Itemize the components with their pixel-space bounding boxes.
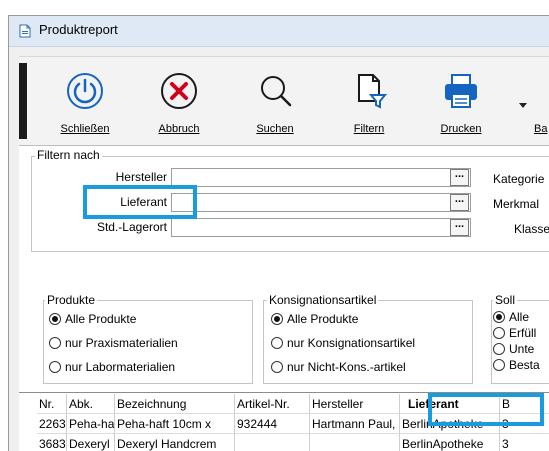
soll-option-alle[interactable]: Alle [493, 310, 529, 324]
klasse-label: Klasse [514, 222, 549, 236]
radio-selected-icon [271, 313, 283, 325]
produkte-legend: Produkte [45, 293, 98, 307]
konsignation-legend: Konsignationsartikel [267, 293, 379, 307]
filter-button-label: Filtern [353, 123, 385, 135]
kategorie-label: Kategorie [493, 172, 545, 186]
search-icon [261, 76, 292, 107]
column-header-artikel-nr[interactable]: Artikel-Nr. [235, 394, 310, 414]
radio-icon [49, 361, 61, 373]
column-header-abk[interactable]: Abk. [67, 394, 115, 414]
lieferant-column-highlight [428, 393, 544, 426]
lagerort-label: Std.-Lagerort [96, 220, 167, 234]
column-header-bezeichnung[interactable]: Bezeichnung [115, 394, 235, 414]
search-button[interactable]: Suchen [247, 57, 303, 143]
radio-icon [49, 337, 61, 349]
konsignation-option-alle[interactable]: Alle Produkte [271, 312, 358, 326]
results-table: Nr. Abk. Bezeichnung Artikel-Nr. Herstel… [19, 392, 549, 451]
soll-option-unter[interactable]: Unte [493, 342, 534, 356]
cell-nr: 3683 [37, 434, 67, 451]
konsignation-option-nur[interactable]: nur Konsignationsartikel [271, 336, 415, 350]
close-button-label: Schließen [60, 123, 110, 135]
produkte-option-alle[interactable]: Alle Produkte [49, 312, 136, 326]
radio-icon [493, 359, 505, 371]
cell-bezeichnung: Dexeryl Handcrem [115, 434, 235, 451]
radio-selected-icon [493, 311, 505, 323]
lagerort-browse-button[interactable]: ... [450, 219, 469, 236]
soll-option-erfuellt[interactable]: Erfüll [493, 326, 536, 340]
hersteller-input[interactable] [171, 168, 471, 187]
report-document-icon [19, 24, 31, 38]
cell-hersteller: Hartmann Paul, [310, 414, 400, 434]
filter-group-legend: Filtern nach [35, 148, 102, 162]
cancel-x-icon [161, 73, 197, 109]
radio-icon [493, 327, 505, 339]
produkte-option-praxis[interactable]: nur Praxismaterialien [49, 336, 178, 350]
column-header-nr[interactable]: Nr. [37, 394, 67, 414]
cell-abk: Dexeryl [67, 434, 115, 451]
more-toolbar-label: Ba [534, 123, 548, 135]
cell-artikel-nr [235, 434, 310, 451]
lieferant-input[interactable] [171, 193, 471, 212]
print-button[interactable]: Drucken [432, 57, 490, 143]
radio-icon [493, 343, 505, 355]
lieferant-highlight [83, 185, 197, 219]
print-button-label: Drucken [440, 123, 482, 135]
printer-icon [445, 74, 477, 108]
column-header-hersteller[interactable]: Hersteller [310, 394, 400, 414]
report-content: Filtern nach Hersteller ... Lieferant ..… [19, 146, 549, 451]
radio-icon [271, 361, 283, 373]
cancel-button[interactable]: Abbruch [151, 57, 207, 143]
cell-nr: 2263 [37, 414, 67, 434]
soll-option-bestand[interactable]: Besta [493, 358, 540, 372]
power-icon [67, 73, 103, 109]
filter-button[interactable]: Filtern [341, 57, 397, 143]
cell-b: 3 [500, 434, 549, 451]
konsignation-option-nicht[interactable]: nur Nicht-Kons.-artikel [271, 360, 406, 374]
lagerort-input[interactable] [171, 218, 471, 237]
toolbar-grip[interactable] [19, 63, 27, 139]
title-bar: Produktreport [9, 16, 549, 47]
cancel-button-label: Abbruch [158, 123, 200, 135]
toolbar: Schließen Abbruch Suchen Filtern Drucken… [19, 56, 549, 146]
lieferant-browse-button[interactable]: ... [450, 194, 469, 211]
search-button-label: Suchen [256, 123, 294, 135]
produktreport-window: Produktreport Schließen Abbruch Suchen F… [8, 15, 549, 451]
cell-artikel-nr: 932444 [235, 414, 310, 434]
cell-abk: Peha-ha [67, 414, 115, 434]
radio-icon [271, 337, 283, 349]
soll-legend: Soll [493, 293, 518, 307]
produkte-option-labor[interactable]: nur Labormaterialien [49, 360, 175, 374]
window-title: Produktreport [39, 22, 118, 37]
radio-selected-icon [49, 313, 61, 325]
document-filter-icon [358, 74, 388, 109]
close-button[interactable]: Schließen [57, 57, 113, 143]
more-toolbar-button[interactable]: Ba [534, 57, 549, 143]
cell-bezeichnung: Peha-haft 10cm x [115, 414, 235, 434]
cell-hersteller [310, 434, 400, 451]
print-dropdown-arrow-icon[interactable] [519, 103, 527, 108]
cell-lieferant: BerlinApotheke [400, 434, 500, 451]
merkmal-label: Merkmal [493, 197, 540, 211]
hersteller-label: Hersteller [115, 170, 167, 184]
hersteller-browse-button[interactable]: ... [450, 169, 469, 186]
